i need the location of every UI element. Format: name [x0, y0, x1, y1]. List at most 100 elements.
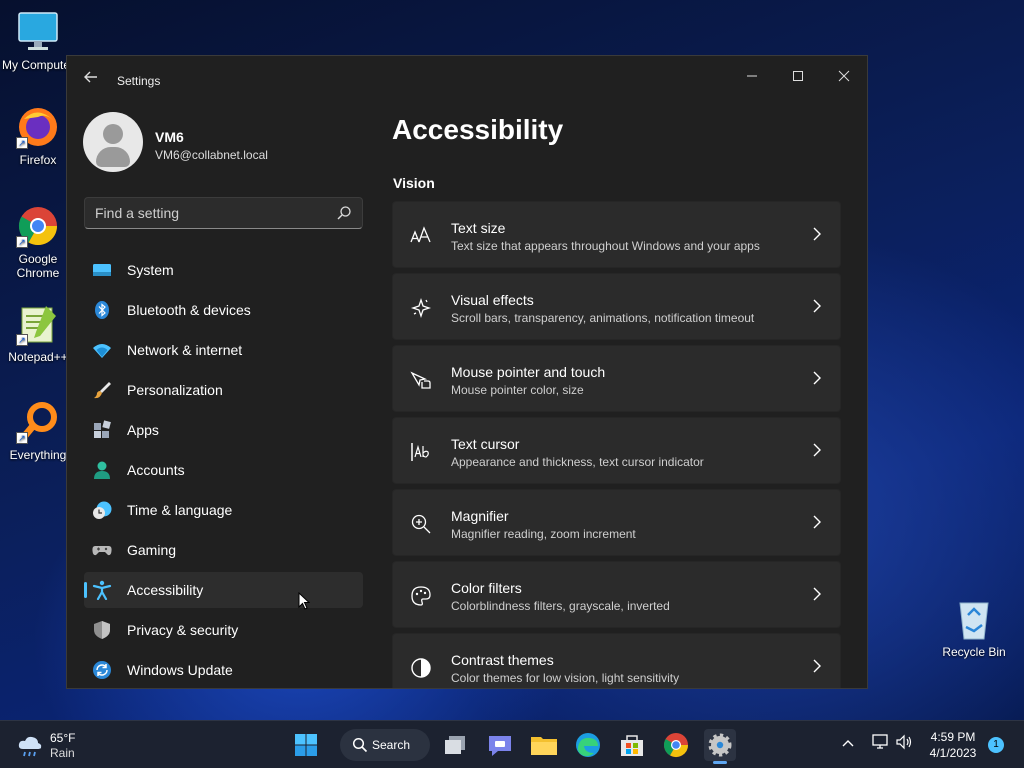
desktop-icon-label: My Computer: [1, 58, 75, 72]
sidebar-item-time-language[interactable]: Time & language: [84, 492, 363, 528]
firefox-icon: ↗: [16, 105, 60, 149]
sidebar-item-accessibility[interactable]: Accessibility: [84, 572, 363, 608]
microsoft-store-button[interactable]: [616, 729, 648, 761]
card-mouse-pointer-touch[interactable]: Mouse pointer and touch Mouse pointer co…: [392, 345, 841, 412]
sidebar-item-system[interactable]: System: [84, 252, 363, 288]
desktop-icon-my-computer[interactable]: My Computer: [0, 10, 76, 72]
card-title: Color filters: [451, 580, 522, 596]
card-subtitle: Text size that appears throughout Window…: [451, 239, 760, 253]
sidebar-item-privacy-security[interactable]: Privacy & security: [84, 612, 363, 648]
settings-window: Settings VM6 VM6@collabnet.local Find a …: [66, 55, 868, 689]
system-icon: [93, 264, 111, 276]
chrome-taskbar-button[interactable]: [660, 729, 692, 761]
desktop-icon-google-chrome[interactable]: ↗ Google Chrome: [0, 204, 76, 280]
desktop-icon-recycle-bin[interactable]: Recycle Bin: [936, 597, 1012, 659]
chevron-right-icon: [813, 443, 821, 457]
close-icon: [838, 70, 850, 82]
avatar: [83, 112, 143, 172]
file-explorer-button[interactable]: [528, 729, 560, 761]
title-bar: Settings: [67, 56, 867, 104]
chevron-up-icon: [842, 740, 854, 747]
user-name: VM6: [155, 129, 184, 145]
chrome-icon: ↗: [16, 204, 60, 248]
card-visual-effects[interactable]: Visual effects Scroll bars, transparency…: [392, 273, 841, 340]
desktop-icon-notepadpp[interactable]: ↗ Notepad++: [0, 302, 76, 364]
taskbar-search-button[interactable]: Search: [340, 729, 430, 761]
card-title: Visual effects: [451, 292, 534, 308]
find-setting-search[interactable]: [84, 197, 363, 229]
back-arrow-icon: [84, 71, 97, 83]
text-size-icon: [410, 225, 432, 247]
accounts-icon: [94, 461, 110, 479]
sidebar-item-bluetooth-devices[interactable]: Bluetooth & devices: [84, 292, 363, 328]
settings-card-list: Text size Text size that appears through…: [392, 201, 841, 688]
shortcut-arrow-icon: ↗: [16, 236, 28, 248]
windows-logo-icon: [295, 734, 317, 756]
card-subtitle: Magnifier reading, zoom increment: [451, 527, 636, 541]
start-button[interactable]: [290, 729, 322, 761]
gamepad-icon: [92, 546, 112, 556]
edge-button[interactable]: [572, 729, 604, 761]
pointer-touch-icon: [410, 369, 432, 391]
volume-button[interactable]: [892, 733, 916, 757]
sidebar-item-windows-update[interactable]: Windows Update: [84, 652, 363, 688]
desktop-icon-label: Everything: [9, 448, 67, 462]
sidebar-nav: System Bluetooth & devices Network & int…: [84, 252, 363, 688]
network-status-button[interactable]: [868, 733, 892, 757]
back-button[interactable]: [81, 70, 101, 90]
task-view-button[interactable]: [440, 729, 472, 761]
shortcut-arrow-icon: ↗: [16, 137, 28, 149]
desktop-icon-everything[interactable]: ↗ Everything: [0, 400, 76, 462]
sidebar-item-network-internet[interactable]: Network & internet: [84, 332, 363, 368]
sidebar-item-apps[interactable]: Apps: [84, 412, 363, 448]
edge-icon: [576, 733, 600, 757]
desktop-icon-label: Recycle Bin: [942, 645, 1006, 659]
desktop-icon-label: Google Chrome: [16, 252, 60, 280]
network-icon: [872, 734, 888, 749]
desktop-icon-firefox[interactable]: ↗ Firefox: [0, 105, 76, 167]
shield-icon: [94, 621, 110, 639]
show-hidden-icons-button[interactable]: [836, 733, 860, 757]
card-color-filters[interactable]: Color filters Colorblindness filters, gr…: [392, 561, 841, 628]
weather-widget[interactable]: 65°F Rain: [16, 729, 96, 761]
taskbar-clock[interactable]: 4:59 PM 4/1/2023: [918, 729, 988, 761]
maximize-button[interactable]: [775, 62, 821, 92]
card-magnifier[interactable]: Magnifier Magnifier reading, zoom increm…: [392, 489, 841, 556]
brush-icon: [94, 382, 111, 399]
card-title: Magnifier: [451, 508, 509, 524]
chevron-right-icon: [813, 659, 821, 673]
settings-taskbar-button[interactable]: [704, 729, 736, 764]
card-text-size[interactable]: Text size Text size that appears through…: [392, 201, 841, 268]
search-input[interactable]: [85, 198, 325, 228]
card-subtitle: Color themes for low vision, light sensi…: [451, 671, 680, 685]
sparkle-icon: [410, 297, 432, 319]
card-title: Contrast themes: [451, 652, 554, 668]
chevron-right-icon: [813, 515, 821, 529]
minimize-button[interactable]: [729, 62, 775, 92]
bluetooth-icon: [95, 301, 109, 319]
search-icon: [352, 737, 368, 753]
notification-badge[interactable]: 1: [988, 737, 1004, 753]
chevron-right-icon: [813, 227, 821, 241]
sidebar-item-accounts[interactable]: Accounts: [84, 452, 363, 488]
card-title: Text size: [451, 220, 506, 236]
card-subtitle: Mouse pointer color, size: [451, 383, 584, 397]
sidebar-item-label: Gaming: [127, 542, 177, 558]
sidebar-item-label: Time & language: [127, 502, 233, 518]
apps-icon: [94, 420, 111, 438]
weather-condition: Rain: [50, 746, 75, 760]
sidebar-item-personalization[interactable]: Personalization: [84, 372, 363, 408]
user-email: VM6@collabnet.local: [155, 148, 268, 162]
teams-chat-button[interactable]: [484, 729, 516, 761]
sidebar-item-label: Privacy & security: [127, 622, 239, 638]
sidebar-item-label: System: [127, 262, 174, 278]
card-subtitle: Scroll bars, transparency, animations, n…: [451, 311, 755, 325]
sidebar-item-gaming[interactable]: Gaming: [84, 532, 363, 568]
card-contrast-themes[interactable]: Contrast themes Color themes for low vis…: [392, 633, 841, 688]
search-icon[interactable]: [336, 205, 352, 221]
card-text-cursor[interactable]: Text cursor Appearance and thickness, te…: [392, 417, 841, 484]
card-title: Mouse pointer and touch: [451, 364, 606, 380]
notepadpp-icon: ↗: [16, 302, 60, 346]
chevron-right-icon: [813, 299, 821, 313]
close-button[interactable]: [821, 62, 867, 92]
